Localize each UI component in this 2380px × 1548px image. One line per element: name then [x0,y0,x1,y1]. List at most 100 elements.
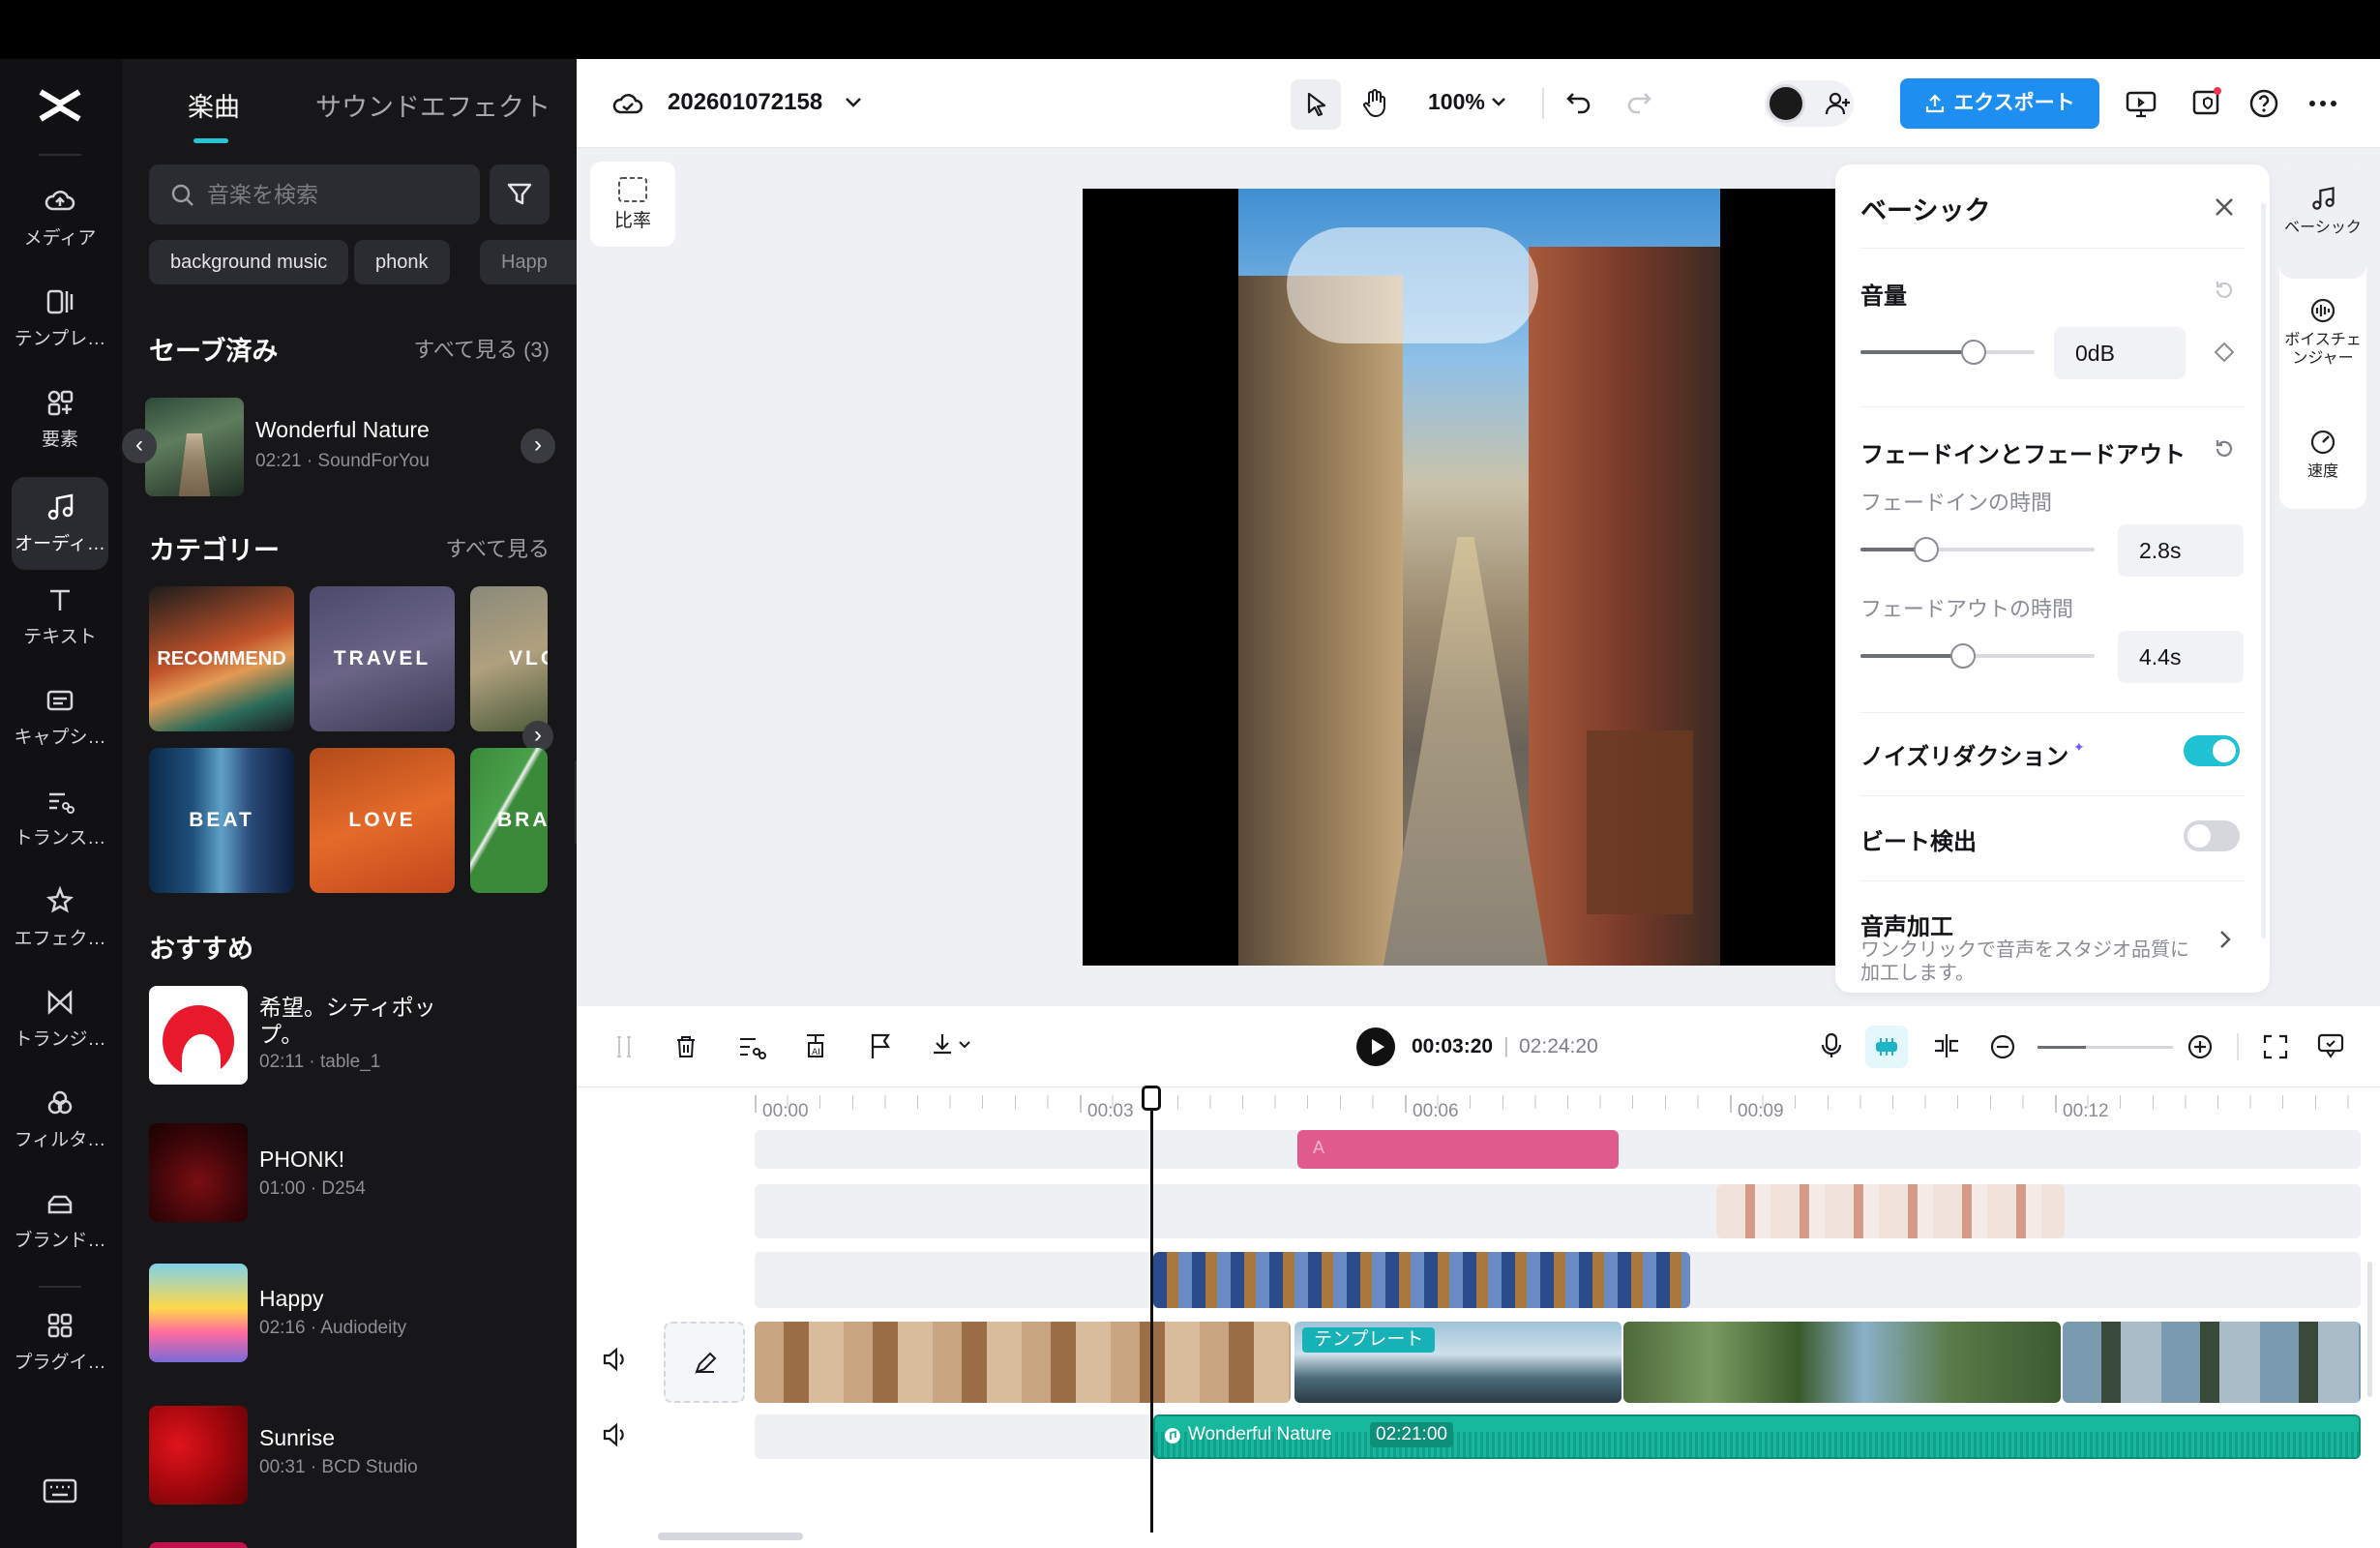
keyboard-shortcuts-icon[interactable] [43,1477,77,1509]
export-button[interactable]: エクスポート [1900,78,2099,129]
redo-icon[interactable] [1625,90,1652,115]
fade-out-slider[interactable] [1860,643,2095,669]
capcut-logo-icon[interactable] [37,84,83,127]
main-video-clip[interactable]: テンプレート [1294,1322,1621,1403]
flag-marker-icon[interactable] [869,1031,892,1060]
category-brazil[interactable]: BRA [470,748,548,893]
playhead[interactable] [1150,1087,1153,1533]
nav-item-brand[interactable]: ブランド… [12,1174,108,1266]
side-tab-basic[interactable]: ベーシック [2279,184,2366,237]
main-video-clip[interactable] [1623,1322,2061,1403]
volume-slider[interactable] [1860,340,2035,365]
music-search-box[interactable] [149,164,480,224]
nav-item-transitions[interactable]: トランジ… [12,972,108,1065]
feedback-icon[interactable] [2316,1031,2345,1060]
fade-in-slider[interactable] [1860,537,2095,562]
project-title[interactable]: 202601072158 [668,89,822,116]
category-vlog[interactable]: VLO [470,586,548,731]
side-tab-speed[interactable]: 速度 [2279,428,2366,481]
link-split-icon[interactable] [1931,1031,1962,1060]
track-thumbnail[interactable] [149,1123,248,1222]
main-video-clip[interactable] [755,1322,1291,1403]
download-icon[interactable] [931,1031,975,1060]
nav-item-effects[interactable]: エフェク… [12,872,108,965]
chevron-right-icon[interactable] [2218,929,2232,950]
filter-button[interactable] [490,164,550,224]
nav-item-plugins[interactable]: プラグイ… [12,1295,108,1388]
microphone-icon[interactable] [1819,1031,1844,1060]
ai-caption-icon[interactable]: AI [803,1031,828,1060]
nav-item-captions[interactable]: キャプシ… [12,670,108,763]
tab-sound-effects[interactable]: サウンドエフェクト [315,86,550,124]
help-icon[interactable] [2248,88,2279,119]
chevron-down-icon[interactable] [844,96,863,109]
track-thumbnail[interactable] [149,1406,248,1504]
noise-reduction-toggle[interactable] [2184,735,2240,766]
video-preview[interactable] [1083,189,1837,966]
more-menu-icon[interactable] [2308,100,2337,107]
track-volume-icon[interactable] [602,1347,629,1372]
split-cursor-icon[interactable] [611,1033,637,1060]
timeline-vertical-scrollbar[interactable] [2367,1262,2372,1397]
tab-music[interactable]: 楽曲 [188,86,240,124]
undo-icon[interactable] [1565,90,1592,115]
delete-icon[interactable] [673,1033,699,1060]
avatar[interactable] [1767,84,1805,123]
fade-out-value-field[interactable]: 4.4s [2118,631,2244,683]
search-input[interactable] [207,164,468,224]
category-love[interactable]: LOVE [310,748,455,893]
text-clip[interactable]: A [1297,1130,1619,1169]
volume-slider-knob[interactable] [1961,340,1986,365]
nav-item-elements[interactable]: 要素 [12,372,108,465]
saved-see-all-link[interactable]: すべて見る (3) [413,333,550,364]
categories-see-all-link[interactable]: すべて見る [445,532,550,563]
category-travel[interactable]: TRAVEL [310,586,455,731]
time-ruler[interactable] [755,1087,2361,1116]
add-user-icon[interactable] [1825,90,1852,117]
audio-clip[interactable]: Wonderful Nature 02:21:00 [1153,1414,2361,1459]
close-icon[interactable] [2213,195,2236,219]
cloud-sync-icon[interactable] [611,88,644,117]
video-clip[interactable] [1716,1184,2065,1238]
search-chip[interactable]: Happ [480,240,577,284]
reset-icon[interactable] [2213,437,2236,461]
zoom-chevron-icon[interactable] [1490,96,1507,107]
timeline-zoom-slider[interactable] [2038,1046,2173,1049]
cover-edit-button[interactable] [664,1322,745,1403]
select-tool-button[interactable] [1291,79,1341,130]
shield-badge-icon[interactable] [2190,86,2223,119]
panel-scrollbar[interactable] [2261,203,2266,938]
nav-item-audio[interactable]: オーディ… [12,477,108,570]
fade-out-slider-knob[interactable] [1950,643,1977,669]
track-thumbnail[interactable] [149,1264,248,1362]
aspect-ratio-button[interactable]: 比率 [590,162,675,247]
fit-timeline-icon[interactable] [2262,1033,2289,1060]
zoom-level[interactable]: 100% [1428,89,1485,115]
category-beat[interactable]: BEAT [149,748,294,893]
nav-item-media[interactable]: メディア [12,171,108,264]
play-button[interactable] [1356,1027,1395,1066]
volume-value-field[interactable]: 0dB [2054,327,2186,379]
prev-arrow-icon[interactable]: ‹ [122,429,157,463]
track-thumbnail[interactable] [149,1542,248,1548]
keyframe-diamond-icon[interactable] [2213,341,2236,364]
timeline-horizontal-scrollbar[interactable] [658,1533,803,1540]
zoom-in-icon[interactable] [2187,1033,2214,1060]
audio-track-volume-icon[interactable] [602,1422,629,1447]
nav-item-filters[interactable]: フィルタ… [12,1073,108,1166]
track-thumbnail[interactable] [149,986,248,1085]
nav-item-transcript[interactable]: トランス… [12,771,108,864]
auto-snap-button[interactable] [1865,1026,1908,1068]
scissor-split-icon[interactable] [737,1033,766,1060]
beat-detect-toggle[interactable] [2184,820,2240,851]
search-chip[interactable]: background music [149,240,349,284]
nav-item-text[interactable]: テキスト [12,570,108,663]
category-recommend[interactable]: RECOMMEND [149,586,294,731]
next-arrow-icon[interactable]: › [521,429,555,463]
main-video-clip[interactable] [2063,1322,2361,1403]
side-tab-voice-changer[interactable]: ボイスチェンジャー [2279,296,2366,368]
playhead-handle[interactable] [1142,1086,1161,1111]
zoom-out-icon[interactable] [1989,1033,2016,1060]
nav-item-template[interactable]: テンプレ… [12,272,108,365]
reset-icon[interactable] [2213,279,2236,302]
